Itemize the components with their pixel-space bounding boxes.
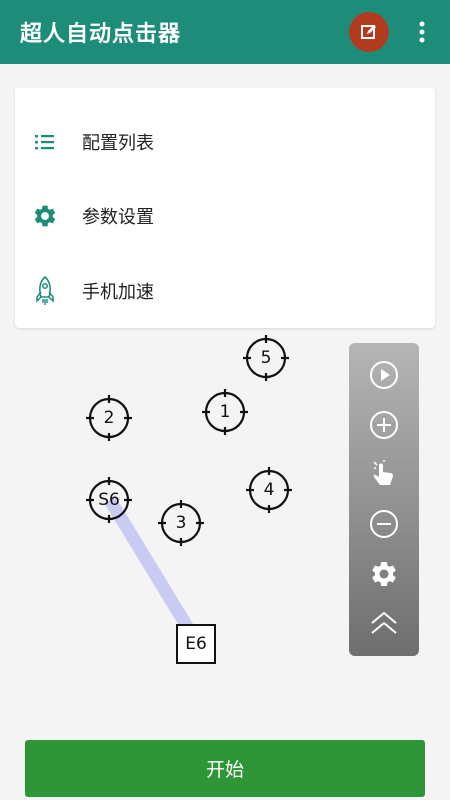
click-target-4[interactable]: 4: [246, 467, 292, 513]
floating-control-bar: [349, 343, 419, 656]
click-target-2[interactable]: 2: [86, 395, 132, 441]
start-button[interactable]: 开始: [25, 740, 425, 797]
remove-target-button[interactable]: [366, 506, 402, 542]
target-label: 4: [263, 480, 275, 500]
target-label: S6: [98, 490, 120, 510]
collapse-button[interactable]: [366, 605, 402, 641]
target-label: 3: [175, 513, 187, 533]
target-label: 1: [219, 402, 231, 422]
click-target-3[interactable]: 3: [158, 500, 204, 546]
floatbar-settings-button[interactable]: [366, 556, 402, 592]
add-target-button[interactable]: [366, 407, 402, 443]
click-target-1[interactable]: 1: [202, 389, 248, 435]
target-label: 5: [260, 348, 272, 368]
settings-icon: [372, 562, 396, 586]
gesture-button[interactable]: [366, 456, 402, 492]
target-label: 2: [103, 408, 115, 428]
play-icon: [370, 361, 398, 389]
click-target-5[interactable]: 5: [243, 335, 289, 381]
swipe-end-target-e6[interactable]: E6: [176, 624, 216, 664]
add-icon: [370, 411, 398, 439]
collapse-up-icon: [371, 611, 397, 634]
play-button[interactable]: [366, 357, 402, 393]
swipe-start-target-s6[interactable]: S6: [86, 477, 132, 523]
tap-gesture-icon: [373, 460, 393, 485]
remove-icon: [370, 510, 398, 538]
